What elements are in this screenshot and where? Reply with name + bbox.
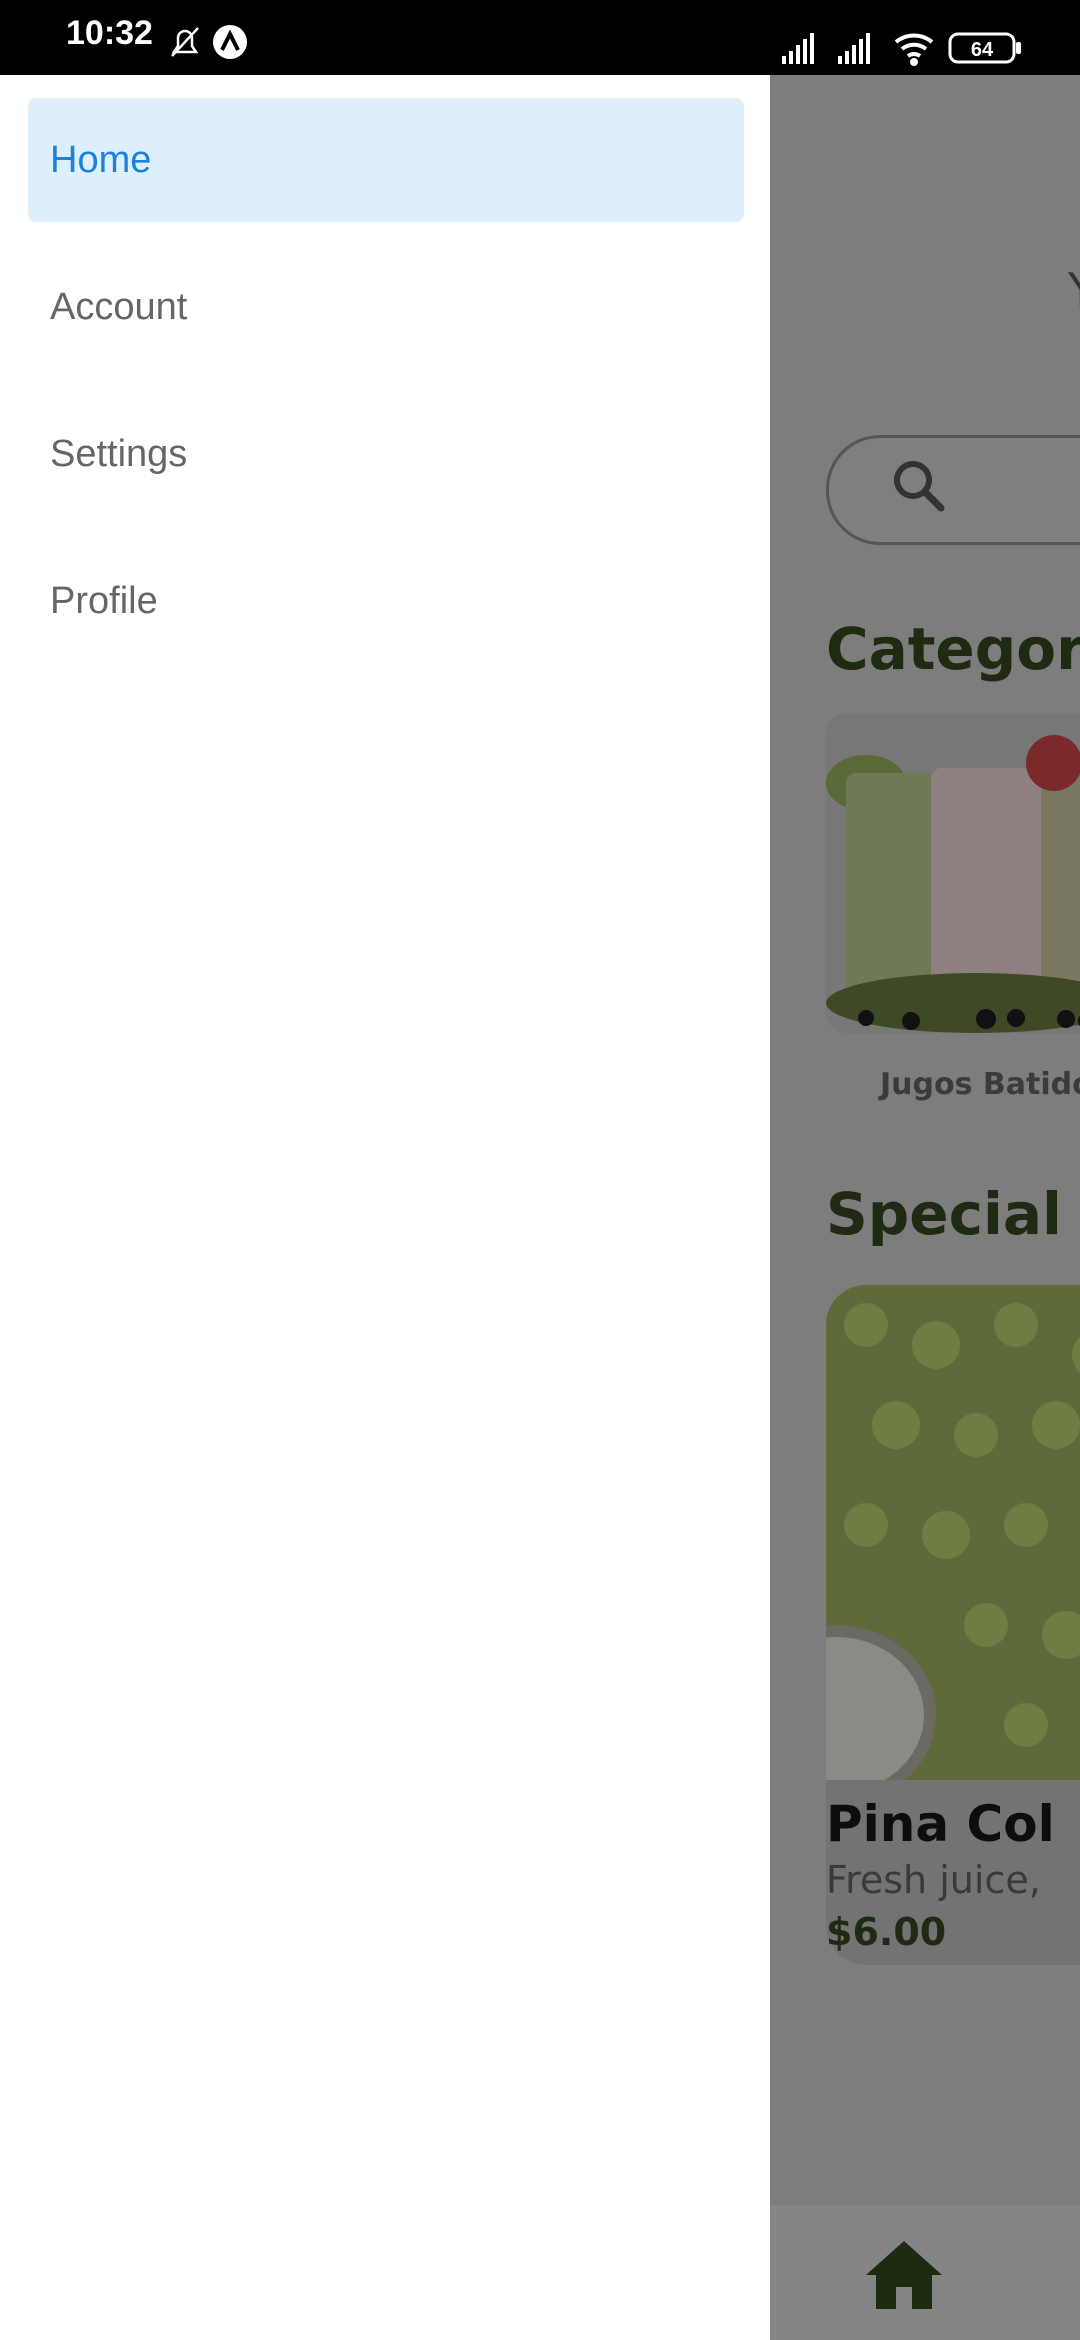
special-offers-title: Special O xyxy=(826,1180,1080,1248)
battery-icon: 64 xyxy=(948,32,1021,64)
status-time: 10:32 xyxy=(66,14,153,52)
app-notification-icon xyxy=(213,25,247,59)
drawer-item-label: Account xyxy=(50,285,188,328)
status-bar: 10:32 64 xyxy=(0,0,1080,75)
notification-icons xyxy=(171,25,247,59)
mute-bell-icon xyxy=(171,27,199,57)
drawer-item-settings[interactable]: Settings xyxy=(28,392,744,516)
drawer-item-account[interactable]: Account xyxy=(28,245,744,369)
signal-icon-2 xyxy=(838,33,870,64)
pineapple-image xyxy=(826,1285,1080,1780)
system-status-icons: 64 xyxy=(782,32,1021,66)
smoothie-image xyxy=(826,713,1080,1033)
navigation-drawer: Home Account Settings Profile xyxy=(0,75,770,2340)
drawer-item-label: Settings xyxy=(50,432,188,475)
drawer-item-home[interactable]: Home xyxy=(28,98,744,222)
category-label: Jugos Batido xyxy=(880,1067,1080,1102)
special-item-price: $6.00 xyxy=(826,1910,947,1954)
bottom-navigation xyxy=(770,2205,1080,2340)
background-app: Y Category Jugos Batido Special O xyxy=(770,75,1080,2340)
search-bar[interactable] xyxy=(826,435,1080,545)
special-item-description: Fresh juice, xyxy=(826,1858,1041,1902)
drawer-item-profile[interactable]: Profile xyxy=(28,539,744,663)
signal-icon-1 xyxy=(782,33,814,64)
app-logo-icon: Y xyxy=(1068,263,1080,317)
special-item-name: Pina Col xyxy=(826,1795,1055,1853)
drawer-item-label: Home xyxy=(50,138,152,181)
search-icon xyxy=(894,461,945,512)
categories-title: Category xyxy=(826,615,1080,683)
home-icon[interactable] xyxy=(864,2239,944,2311)
category-card[interactable] xyxy=(826,713,1080,1033)
wifi-icon xyxy=(894,33,934,66)
battery-level: 64 xyxy=(971,39,994,61)
drawer-item-label: Profile xyxy=(50,579,158,622)
